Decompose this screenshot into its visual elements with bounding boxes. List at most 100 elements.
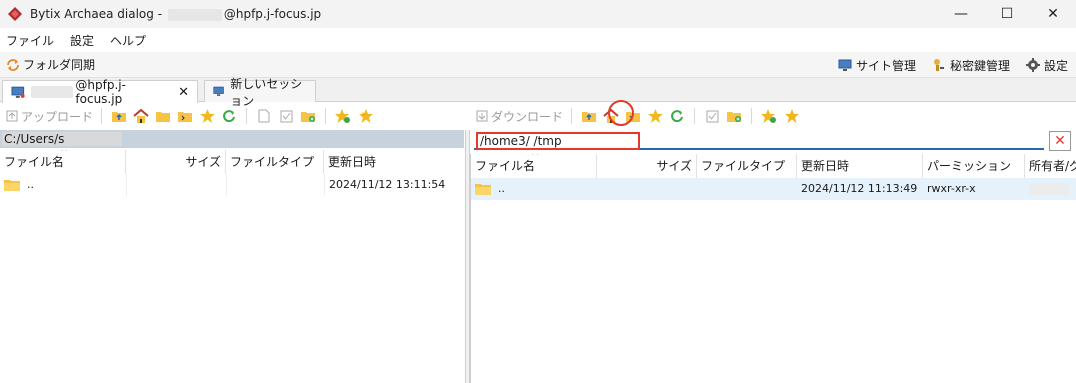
refresh-icon[interactable]: [668, 107, 686, 125]
local-file-list: ファイル名 ^ サイズ ファイルタイプ 更新日時 .. 2024/11/12 13…: [0, 150, 465, 383]
sort-arrow-icon: ^: [531, 154, 540, 162]
toolbar-separator: [246, 108, 248, 124]
parent-folder-icon[interactable]: [110, 107, 128, 125]
file-name-cell: ..: [3, 174, 123, 196]
column-header-owner[interactable]: 所有者/グ: [1025, 154, 1076, 178]
column-divider: [226, 174, 227, 196]
toolbar-separator: [325, 108, 327, 124]
close-button[interactable]: ✕: [1030, 0, 1076, 28]
owner-cell: [1029, 178, 1076, 200]
local-path-text: C:/Users/s: [2, 132, 122, 146]
column-header-name[interactable]: ファイル名 ^: [0, 150, 126, 174]
secret-key-button[interactable]: 秘密鍵管理: [932, 57, 1010, 74]
folder-icon[interactable]: [154, 107, 172, 125]
window-title: Bytix Archaea dialog - @hpfp.j-focus.jp: [30, 7, 321, 21]
modified-cell: 2024/11/12 13:11:54: [329, 178, 446, 191]
column-divider: [597, 178, 598, 200]
key-person-icon: [933, 59, 944, 71]
column-divider: [923, 178, 924, 200]
column-header-modified[interactable]: 更新日時: [797, 154, 923, 178]
refresh-icon[interactable]: [220, 107, 238, 125]
bookmarks-icon[interactable]: [782, 107, 800, 125]
session-tab-bar: @hpfp.j-focus.jp ✕ 新しいセッション: [0, 77, 1076, 108]
sync-icon: [7, 58, 19, 71]
toolbar-separator: [694, 108, 696, 124]
settings-label: 設定: [1043, 58, 1068, 73]
clear-path-button[interactable]: ✕: [1049, 131, 1071, 151]
column-divider: [697, 178, 698, 200]
title-bar: Bytix Archaea dialog - @hpfp.j-focus.jp …: [0, 0, 1076, 28]
home-icon[interactable]: [132, 107, 150, 125]
monitor-icon: [838, 59, 852, 71]
close-icon: ✕: [1054, 133, 1066, 149]
upload-icon: [6, 110, 18, 122]
table-row[interactable]: .. 2024/11/12 13:11:54: [0, 174, 465, 196]
folder-icon: [4, 180, 20, 191]
download-button[interactable]: ダウンロード: [476, 108, 563, 125]
star-icon[interactable]: [198, 107, 216, 125]
toolbar-separator: [751, 108, 753, 124]
folder-sync-button[interactable]: フォルダ同期: [6, 56, 95, 73]
menu-settings[interactable]: 設定: [70, 32, 94, 49]
maximize-button[interactable]: ☐: [984, 0, 1030, 28]
sort-arrow-icon: ^: [60, 150, 69, 158]
menu-help[interactable]: ヘルプ: [110, 32, 146, 49]
window-title-prefix: Bytix Archaea dialog -: [30, 7, 166, 21]
monitor-icon: [213, 86, 224, 96]
file-name-cell: ..: [474, 178, 594, 200]
remote-path-input[interactable]: /home3/ /tmp: [476, 132, 640, 150]
redacted-block: [1029, 183, 1069, 195]
redacted-block: [167, 8, 222, 21]
local-path-bar[interactable]: C:/Users/s: [0, 130, 464, 148]
menu-file[interactable]: ファイル: [6, 32, 54, 49]
download-label: ダウンロード: [491, 109, 564, 124]
star-icon[interactable]: [646, 107, 664, 125]
tab-session-active[interactable]: @hpfp.j-focus.jp ✕: [2, 78, 198, 106]
minimize-icon: —: [954, 6, 968, 22]
parent-folder-icon[interactable]: [580, 107, 598, 125]
permission-cell: rwxr-xr-x: [927, 182, 976, 195]
monitor-icon: [11, 86, 25, 98]
column-divider: [797, 178, 798, 200]
table-row[interactable]: .. 2024/11/12 11:13:49 rwxr-xr-x: [471, 178, 1076, 200]
new-folder-icon[interactable]: [299, 107, 317, 125]
close-icon: ✕: [1047, 6, 1059, 22]
sync-bar: フォルダ同期 サイト管理 秘密鍵管理 設定: [0, 52, 1076, 78]
settings-button[interactable]: 設定: [1025, 57, 1068, 74]
toolbar-separator: [101, 108, 103, 124]
tab-new-session[interactable]: 新しいセッション: [204, 77, 316, 108]
highlight-circle: [608, 100, 634, 126]
upload-button[interactable]: アップロード: [6, 108, 93, 125]
column-header-name[interactable]: ファイル名 ^: [471, 154, 597, 178]
site-manager-label: サイト管理: [855, 58, 916, 73]
remote-toolbar: ダウンロード: [470, 104, 1076, 128]
column-header-permission[interactable]: パーミッション: [923, 154, 1025, 178]
folder-sync-label: フォルダ同期: [23, 58, 96, 72]
upload-label: アップロード: [21, 109, 94, 124]
column-divider: [126, 174, 127, 196]
add-bookmark-icon[interactable]: [760, 107, 778, 125]
add-bookmark-icon[interactable]: [334, 107, 352, 125]
column-header-type[interactable]: ファイルタイプ: [697, 154, 797, 178]
tab-close-icon[interactable]: ✕: [178, 85, 189, 100]
site-manager-button[interactable]: サイト管理: [838, 57, 916, 74]
window-title-suffix: @hpfp.j-focus.jp: [223, 7, 322, 21]
bookmarks-icon[interactable]: [356, 107, 374, 125]
checkbox-icon[interactable]: [277, 107, 295, 125]
new-file-icon[interactable]: [255, 107, 273, 125]
column-header-size[interactable]: サイズ: [126, 150, 226, 174]
folder-icon: [475, 184, 491, 195]
minimize-button[interactable]: —: [938, 0, 984, 28]
column-header-type[interactable]: ファイルタイプ: [226, 150, 324, 174]
local-toolbar: アップロード: [0, 104, 466, 128]
new-folder-icon[interactable]: [725, 107, 743, 125]
checkbox-icon[interactable]: [703, 107, 721, 125]
redacted-block: [30, 86, 74, 98]
column-header-size[interactable]: サイズ: [597, 154, 697, 178]
column-header-modified[interactable]: 更新日時: [324, 150, 465, 174]
column-divider: [1025, 178, 1026, 200]
remote-file-list: ファイル名 ^ サイズ ファイルタイプ 更新日時 パーミッション 所有者/グ ..…: [470, 154, 1076, 383]
terminal-folder-icon[interactable]: [176, 107, 194, 125]
gear-icon: [1025, 58, 1040, 72]
tab-session-label: @hpfp.j-focus.jp: [75, 78, 126, 106]
